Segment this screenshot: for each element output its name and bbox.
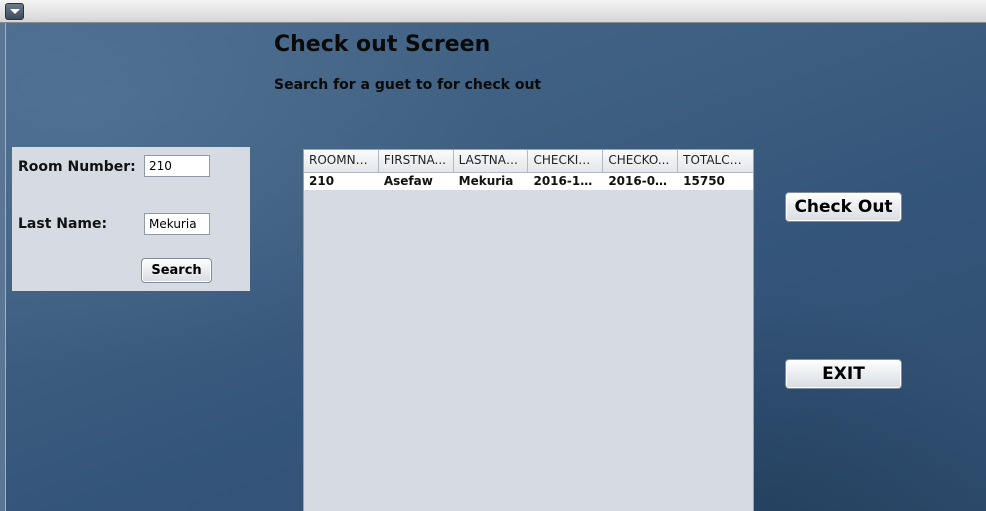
last-name-label: Last Name: xyxy=(18,216,108,232)
room-number-field[interactable] xyxy=(144,155,210,177)
table-body: 210 Asefaw Mekuria 2016-10-... 2016-09-... 15… xyxy=(304,173,753,190)
table-cell: Asefaw xyxy=(383,174,433,188)
table-cell: 2016-10-... xyxy=(533,174,604,188)
page-title: Check out Screen xyxy=(274,32,491,57)
table-cell: Mekuria xyxy=(458,174,514,188)
table-cell: 2016-09-... xyxy=(608,174,679,188)
column-header[interactable]: CHECKO... xyxy=(603,150,679,172)
guest-table: ROOMNU... FIRSTNA... LASTNAME CHECKIN... CHE… xyxy=(303,149,754,511)
last-name-field[interactable] xyxy=(144,213,210,235)
window-title-bar xyxy=(0,0,986,23)
window-menu-button[interactable] xyxy=(5,3,24,20)
table-row[interactable]: 210 Asefaw Mekuria 2016-10-... 2016-09-... 15… xyxy=(304,173,753,190)
table-cell: 210 xyxy=(309,174,335,188)
room-number-label: Room Number: xyxy=(18,159,136,175)
window-left-edge xyxy=(0,23,6,511)
search-panel: Room Number: Last Name: Search xyxy=(12,147,250,291)
check-out-button[interactable]: Check Out xyxy=(785,192,902,222)
column-header[interactable]: TOTALCH... xyxy=(678,150,753,172)
search-button[interactable]: Search xyxy=(141,258,212,283)
column-header[interactable]: LASTNAME xyxy=(454,150,529,172)
table-cell: 15750 xyxy=(683,174,725,188)
table-header: ROOMNU... FIRSTNA... LASTNAME CHECKIN... CHE… xyxy=(304,150,753,173)
exit-button[interactable]: EXIT xyxy=(785,359,902,389)
chevron-down-icon xyxy=(10,9,20,14)
column-header[interactable]: ROOMNU... xyxy=(304,150,379,172)
column-header[interactable]: FIRSTNA... xyxy=(379,150,454,172)
column-header[interactable]: CHECKIN... xyxy=(528,150,604,172)
page-subtitle: Search for a guet to for check out xyxy=(274,77,542,93)
